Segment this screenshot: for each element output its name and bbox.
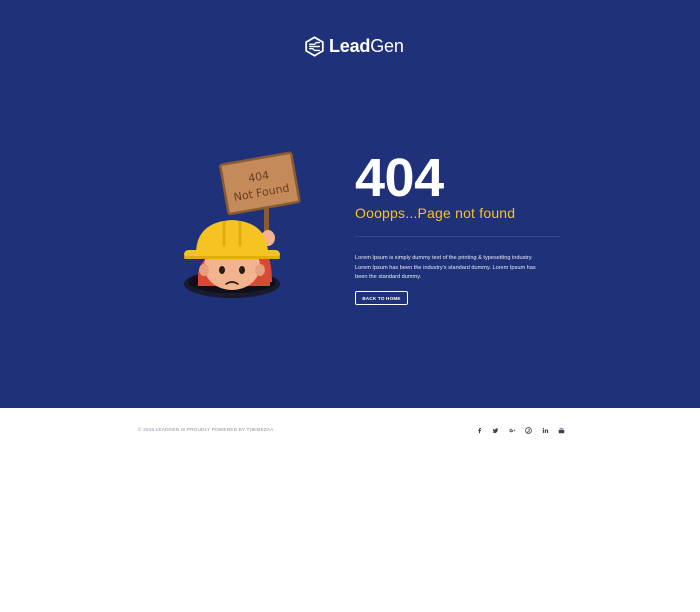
facebook-icon[interactable] xyxy=(471,424,488,436)
brand-logo[interactable]: LeadGen xyxy=(304,36,404,57)
hero-section: LeadGen 404 Not Found 404 Ooopps...Page … xyxy=(0,0,700,408)
google-plus-icon[interactable] xyxy=(504,424,521,436)
copyright-text: © 2016 LEADGEN IS PROUDLY POWERED BY THE… xyxy=(138,428,274,433)
pinterest-icon[interactable] xyxy=(521,424,538,436)
youtube-icon[interactable] xyxy=(554,424,571,436)
social-links xyxy=(471,424,570,436)
divider xyxy=(355,236,560,237)
footer: © 2016 LEADGEN IS PROUDLY POWERED BY THE… xyxy=(0,408,700,612)
back-to-home-button[interactable]: BACK TO HOME xyxy=(355,291,408,305)
error-code: 404 xyxy=(355,148,444,208)
hexagon-logo-icon xyxy=(304,36,325,57)
error-description: Lorem Ipsum is simply dummy text of the … xyxy=(355,255,536,280)
twitter-icon[interactable] xyxy=(488,424,505,436)
linkedin-icon[interactable] xyxy=(537,424,554,436)
error-title: Ooopps...Page not found xyxy=(355,205,516,221)
construction-worker-sign-illustration: 404 Not Found xyxy=(176,146,306,308)
brand-name: LeadGen xyxy=(329,36,404,56)
